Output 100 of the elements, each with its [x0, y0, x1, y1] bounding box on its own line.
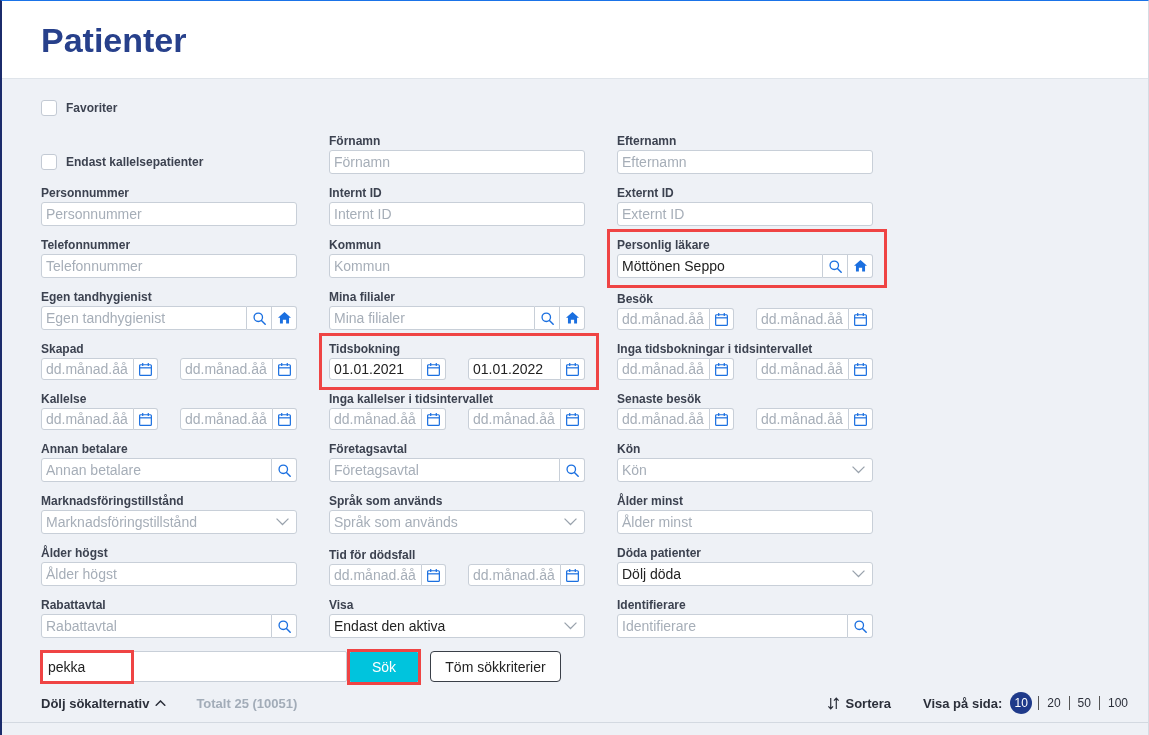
calendar-button[interactable] [273, 408, 297, 430]
calendar-button[interactable] [422, 408, 446, 430]
text-field[interactable]: Kommun [329, 254, 585, 278]
field-label: Skapad [41, 341, 84, 357]
checkbox[interactable] [41, 154, 57, 170]
calendar-button[interactable] [422, 358, 446, 380]
home-icon [565, 312, 579, 324]
checkbox[interactable] [41, 100, 57, 116]
home-button[interactable] [848, 254, 873, 278]
lookup-field[interactable]: Annan betalare [41, 458, 272, 482]
calendar-icon [854, 312, 867, 326]
field-label: Besök [617, 291, 654, 307]
checkbox-label: Favoriter [66, 101, 118, 115]
clear-button[interactable]: Töm sökkriterier [430, 651, 561, 682]
home-button[interactable] [272, 306, 297, 330]
text-field[interactable]: Externt ID [617, 202, 873, 226]
search-button[interactable] [535, 306, 560, 330]
lookup-field[interactable]: Mina filialer [329, 306, 535, 330]
text-field[interactable]: Personnummer [41, 202, 297, 226]
field-label: Tidsbokning [329, 341, 401, 357]
search-icon [277, 619, 291, 633]
date-field[interactable]: dd.månad.åå [41, 358, 134, 380]
calendar-button[interactable] [849, 308, 873, 330]
calendar-button[interactable] [561, 358, 585, 380]
field-label: Inga kallelser i tidsintervallet [329, 391, 494, 407]
chevron-down-icon [276, 518, 289, 526]
calendar-button[interactable] [134, 408, 158, 430]
text-field[interactable]: Ålder minst [617, 510, 873, 534]
page-size-option[interactable]: 10 [1010, 692, 1033, 714]
calendar-icon [566, 568, 579, 582]
calendar-button[interactable] [710, 408, 734, 430]
search-icon [252, 311, 266, 325]
date-field[interactable]: dd.månad.åå [180, 408, 273, 430]
date-field[interactable]: dd.månad.åå [617, 408, 710, 430]
search-button[interactable] [560, 458, 585, 482]
date-field[interactable]: dd.månad.åå [180, 358, 273, 380]
date-field[interactable]: dd.månad.åå [756, 358, 849, 380]
toggle-search-options[interactable]: Dölj sökalternativ [41, 695, 167, 711]
search-button[interactable] [823, 254, 848, 278]
date-field[interactable]: dd.månad.åå [329, 564, 422, 586]
field-label: Egen tandhygienist [41, 289, 152, 305]
text-field[interactable]: Förnamn [329, 150, 585, 174]
field-label: Efternamn [617, 133, 677, 149]
text-field[interactable]: Ålder högst [41, 562, 297, 586]
calendar-button[interactable] [849, 358, 873, 380]
page-size-option[interactable]: 100 [1099, 692, 1136, 714]
date-field[interactable]: dd.månad.åå [41, 408, 134, 430]
date-field[interactable]: dd.månad.åå [617, 358, 710, 380]
calendar-button[interactable] [561, 564, 585, 586]
sort-icon [827, 696, 841, 710]
calendar-button[interactable] [561, 408, 585, 430]
date-field[interactable]: dd.månad.åå [329, 408, 422, 430]
search-button[interactable] [272, 614, 297, 638]
field-label: Kallelse [41, 391, 87, 407]
home-icon [277, 312, 291, 324]
lookup-field[interactable]: Rabattavtal [41, 614, 272, 638]
lookup-field[interactable]: Identifierare [617, 614, 848, 638]
lookup-field[interactable]: Företagsavtal [329, 458, 560, 482]
field-label: Inga tidsbokningar i tidsintervallet [617, 341, 813, 357]
text-field[interactable]: Telefonnummer [41, 254, 297, 278]
search-button[interactable] [848, 614, 873, 638]
date-field[interactable]: dd.månad.åå [756, 308, 849, 330]
lookup-field[interactable]: Egen tandhygienist [41, 306, 247, 330]
search-button[interactable] [247, 306, 272, 330]
calendar-icon [278, 412, 291, 426]
field-label: Mina filialer [329, 289, 396, 305]
date-field[interactable]: dd.månad.åå [468, 408, 561, 430]
calendar-button[interactable] [849, 408, 873, 430]
page-size-option[interactable]: 50 [1069, 692, 1099, 714]
search-field[interactable]: pekka [41, 651, 347, 682]
date-field[interactable]: 01.01.2021 [329, 358, 422, 380]
dropdown[interactable]: Dölj döda [617, 562, 873, 586]
chevron-down-icon [852, 570, 865, 578]
search-button[interactable] [272, 458, 297, 482]
calendar-button[interactable] [422, 564, 446, 586]
sort-button[interactable]: Sortera [827, 695, 891, 711]
date-field[interactable]: dd.månad.åå [756, 408, 849, 430]
field-label: Identifierare [617, 597, 686, 613]
page-size-option[interactable]: 20 [1039, 692, 1069, 714]
home-icon [853, 260, 867, 272]
calendar-icon [278, 362, 291, 376]
chevron-down-icon [564, 622, 577, 630]
date-field[interactable]: dd.månad.åå [468, 564, 561, 586]
home-button[interactable] [560, 306, 585, 330]
calendar-button[interactable] [710, 358, 734, 380]
calendar-button[interactable] [134, 358, 158, 380]
date-field[interactable]: dd.månad.åå [617, 308, 710, 330]
field-label: Döda patienter [617, 545, 701, 561]
calendar-icon [139, 412, 152, 426]
field-label: Företagsavtal [329, 441, 408, 457]
field-label: Kommun [329, 237, 381, 253]
text-field[interactable]: Internt ID [329, 202, 585, 226]
field-label: Senaste besök [617, 391, 702, 407]
calendar-button[interactable] [273, 358, 297, 380]
text-field[interactable]: Efternamn [617, 150, 873, 174]
dropdown[interactable]: Endast den aktiva [329, 614, 585, 638]
lookup-field[interactable]: Möttönen Seppo [617, 254, 823, 278]
calendar-button[interactable] [710, 308, 734, 330]
date-field[interactable]: 01.01.2022 [468, 358, 561, 380]
field-label: Rabattavtal [41, 597, 106, 613]
